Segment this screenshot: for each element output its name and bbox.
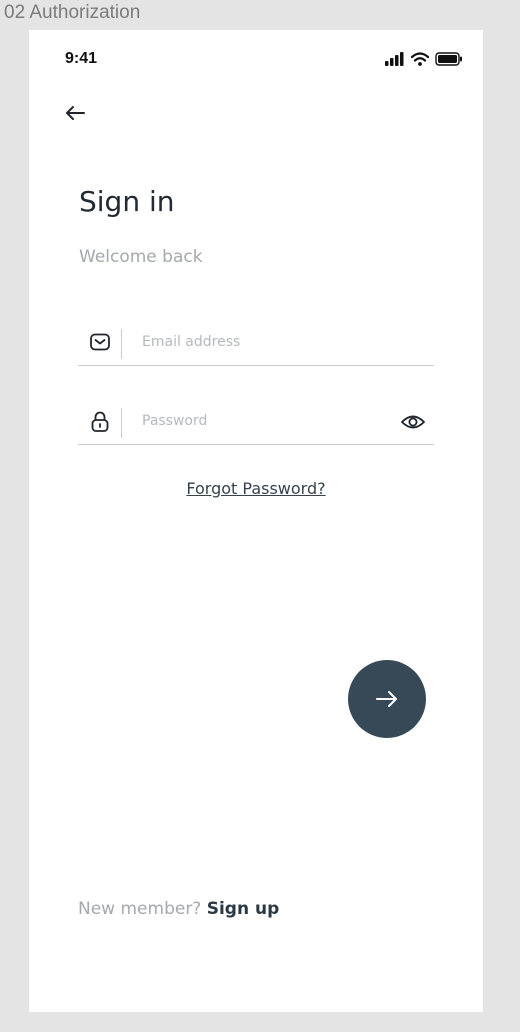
show-password-toggle[interactable] bbox=[400, 411, 426, 433]
back-button[interactable] bbox=[59, 98, 91, 130]
password-field bbox=[78, 406, 434, 445]
arrow-left-icon bbox=[66, 106, 85, 120]
signup-prompt: New member? bbox=[78, 899, 202, 919]
status-bar: 9:41 bbox=[29, 30, 483, 90]
lock-icon bbox=[91, 411, 109, 432]
phone-screen: 9:41 Sign in Welcome back Email address … bbox=[29, 30, 483, 1012]
arrow-right-icon bbox=[376, 691, 397, 707]
next-button[interactable] bbox=[348, 660, 426, 738]
signup-link[interactable]: Sign up bbox=[207, 899, 280, 919]
email-field bbox=[78, 327, 434, 366]
page-subtitle: Welcome back bbox=[79, 247, 203, 267]
forgot-password-link[interactable]: Forgot Password? bbox=[29, 479, 483, 498]
frame-label: 02 Authorization bbox=[4, 2, 141, 23]
status-icons bbox=[385, 52, 463, 66]
password-field-divider bbox=[121, 408, 122, 438]
cellular-signal-icon bbox=[385, 52, 404, 66]
battery-icon bbox=[435, 52, 462, 66]
eye-icon bbox=[401, 415, 425, 429]
signup-row: New member? Sign up bbox=[78, 899, 279, 919]
page-title: Sign in bbox=[79, 185, 175, 218]
mail-icon bbox=[90, 333, 110, 351]
email-field-divider bbox=[121, 329, 122, 359]
email-input[interactable] bbox=[142, 329, 382, 355]
password-input[interactable] bbox=[142, 408, 382, 434]
status-time: 9:41 bbox=[65, 50, 98, 67]
wifi-icon bbox=[411, 52, 429, 66]
